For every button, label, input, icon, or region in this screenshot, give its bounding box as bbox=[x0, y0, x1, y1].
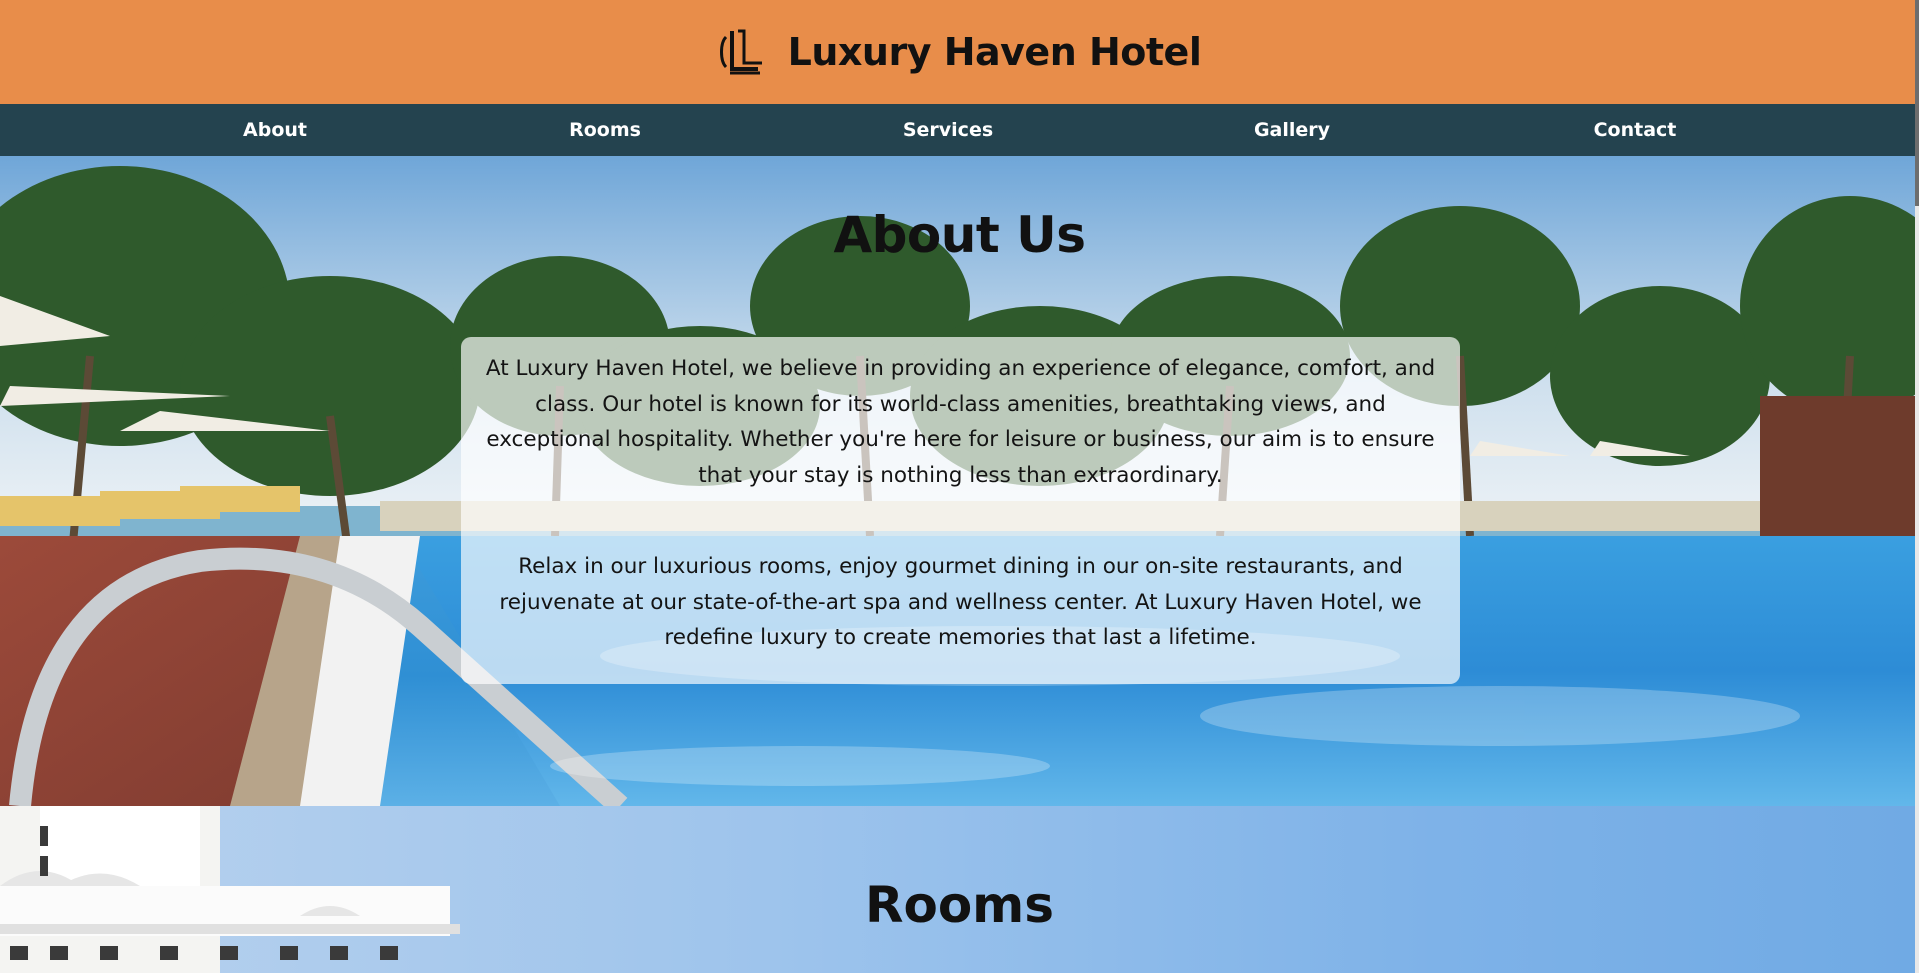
about-paragraph: At Luxury Haven Hotel, we believe in pro… bbox=[461, 337, 1460, 527]
nav-link-rooms[interactable]: Rooms bbox=[505, 104, 705, 156]
nav-link-services[interactable]: Services bbox=[848, 104, 1048, 156]
rooms-section: Rooms bbox=[0, 806, 1919, 973]
rooms-title: Rooms bbox=[864, 876, 1055, 934]
about-paragraph: Relax in our luxurious rooms, enjoy gour… bbox=[461, 527, 1460, 684]
nav-link-gallery[interactable]: Gallery bbox=[1192, 104, 1392, 156]
page-scrollbar[interactable] bbox=[1915, 0, 1919, 973]
about-section: About Us At Luxury Haven Hotel, we belie… bbox=[0, 156, 1919, 806]
site-title: Luxury Haven Hotel bbox=[787, 30, 1202, 74]
main-nav: About Rooms Services Gallery Contact bbox=[0, 104, 1919, 156]
scrollbar-thumb[interactable] bbox=[1915, 0, 1919, 206]
site-header: Luxury Haven Hotel bbox=[0, 0, 1919, 104]
about-title: About Us bbox=[833, 206, 1086, 264]
nav-link-contact[interactable]: Contact bbox=[1535, 104, 1735, 156]
nav-link-about[interactable]: About bbox=[175, 104, 375, 156]
hotel-logo-icon bbox=[719, 29, 762, 75]
